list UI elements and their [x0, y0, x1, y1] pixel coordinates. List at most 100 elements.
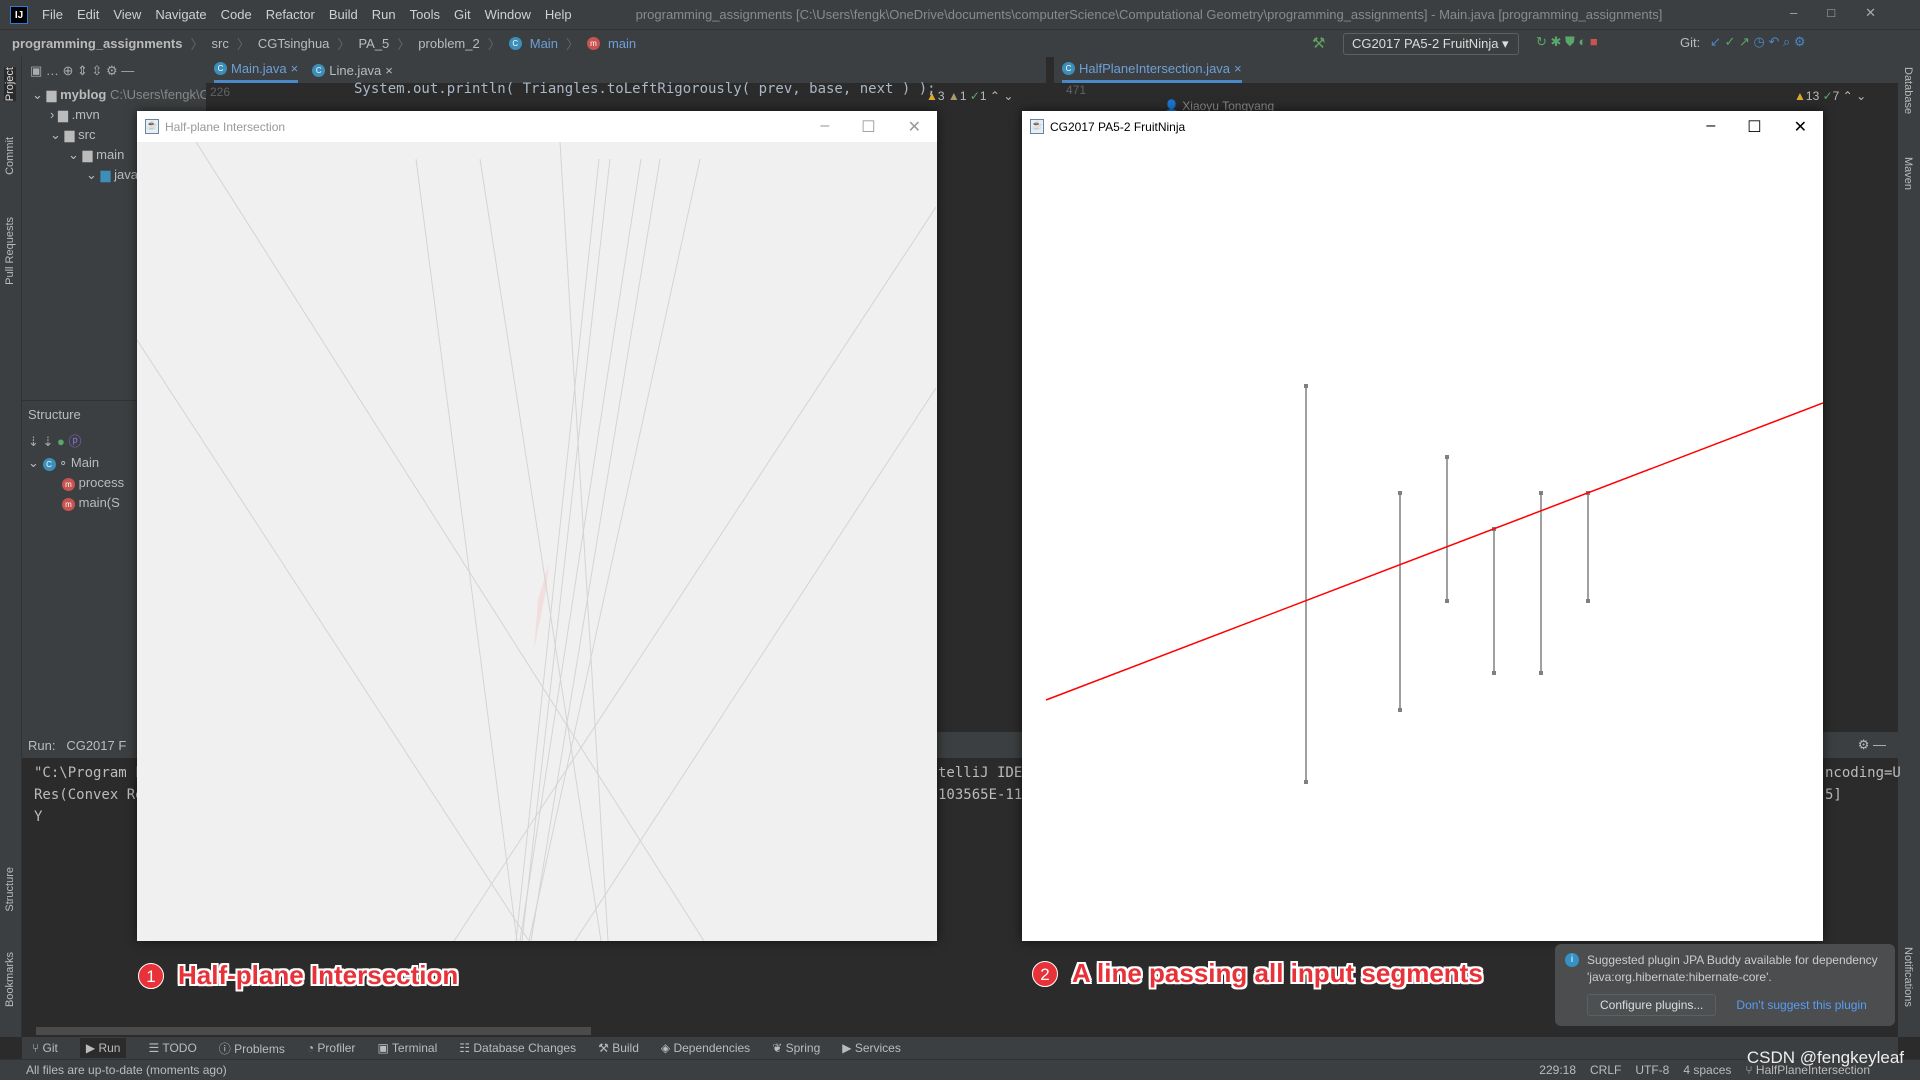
- menu-build[interactable]: Build: [329, 7, 358, 22]
- dont-suggest-link[interactable]: Don't suggest this plugin: [1736, 997, 1866, 1014]
- tool-dependencies[interactable]: ◈ Dependencies: [661, 1041, 750, 1055]
- project-toolbar-icons[interactable]: ▣ … ⊕ ⇕ ⇳ ⚙ —: [30, 63, 134, 79]
- tool-build[interactable]: ⚒ Build: [598, 1041, 639, 1055]
- git-actions-icon[interactable]: ↙ ✓ ↗ ◷ ↶ ⌕ ⚙: [1710, 34, 1806, 50]
- configure-plugins-button[interactable]: Configure plugins...: [1587, 994, 1717, 1016]
- structure-toolbar-icons[interactable]: ⇣ ⇣ ● ⓟ: [28, 431, 82, 450]
- warning-count: 3: [937, 89, 945, 103]
- run-icon[interactable]: ↻ ✱ ⛊ ◐ ■: [1536, 34, 1598, 50]
- tool-maven[interactable]: Maven: [1902, 157, 1914, 190]
- editor-right-tabs: C HalfPlaneIntersection.java ×: [1054, 57, 1898, 83]
- tool-label: Terminal: [391, 1041, 438, 1055]
- menu-edit[interactable]: Edit: [77, 7, 99, 22]
- build-hammer-icon[interactable]: ⚒: [1312, 34, 1325, 52]
- run-settings-icon[interactable]: ⚙ —: [1858, 737, 1886, 753]
- menu-tools[interactable]: Tools: [410, 7, 440, 22]
- console-line: telliJ IDE/: [938, 765, 1031, 781]
- breadcrumb-main-method[interactable]: main: [608, 36, 636, 51]
- file-encoding[interactable]: UTF-8: [1635, 1063, 1669, 1077]
- tool-database[interactable]: Database: [1902, 67, 1914, 114]
- java-icon: ☕: [1030, 119, 1044, 134]
- breadcrumb-cgtsinghua[interactable]: CGTsinghua: [258, 36, 330, 51]
- tab-line-java[interactable]: C Line.java ×: [312, 63, 393, 78]
- tool-commit[interactable]: Commit: [4, 137, 16, 175]
- breadcrumb-pa5[interactable]: PA_5: [358, 36, 389, 51]
- breadcrumb-problem2[interactable]: problem_2: [418, 36, 479, 51]
- minimize-icon[interactable]: –: [820, 117, 829, 137]
- half-plane-boundary-line: [479, 158, 602, 941]
- maximize-icon[interactable]: ☐: [1747, 117, 1761, 137]
- halfplane-window-controls[interactable]: – ☐ ✕: [820, 117, 921, 137]
- run-config-select[interactable]: CG2017 PA5-2 FruitNinja ▾: [1343, 33, 1519, 55]
- breadcrumb-main-class[interactable]: Main: [530, 36, 558, 51]
- menu-run[interactable]: Run: [372, 7, 396, 22]
- menu-code[interactable]: Code: [221, 7, 252, 22]
- tool-structure[interactable]: Structure: [4, 867, 16, 912]
- tool-spring[interactable]: ❦ Spring: [772, 1041, 820, 1055]
- structure-item-main[interactable]: ⌄ C ∘ Main: [28, 455, 99, 471]
- inspection-widget-right[interactable]: ▲13 ✓7 ⌃ ⌄: [1794, 89, 1866, 103]
- caret-position[interactable]: 229:18: [1539, 1063, 1576, 1077]
- half-plane-boundary-line: [453, 206, 937, 941]
- console-output[interactable]: "C:\Program F Res(Convex Re Y: [34, 762, 144, 828]
- left-tool-strip: Project Commit Pull Requests Structure B…: [0, 57, 22, 1037]
- menu-file[interactable]: File: [42, 7, 63, 22]
- line-separator[interactable]: CRLF: [1590, 1063, 1621, 1077]
- breadcrumb-src[interactable]: src: [212, 36, 229, 51]
- segment-endpoint: [1304, 780, 1308, 784]
- window-controls[interactable]: –□✕: [1790, 5, 1906, 21]
- tree-item-java[interactable]: ⌄ ▆ java: [86, 167, 138, 183]
- notification-text: Suggested plugin JPA Buddy available for…: [1587, 953, 1878, 984]
- run-tab[interactable]: CG2017 F: [66, 738, 126, 753]
- tool-terminal[interactable]: ▣ Terminal: [377, 1041, 437, 1055]
- line-number: 471: [1066, 83, 1087, 97]
- info-icon: i: [1565, 953, 1579, 967]
- tool-bookmarks[interactable]: Bookmarks: [4, 952, 16, 1007]
- tab-main-java[interactable]: C Main.java ×: [214, 57, 299, 83]
- menu-view[interactable]: View: [113, 7, 141, 22]
- typo-count: 1: [979, 89, 987, 103]
- tool-problems[interactable]: ⓘ Problems: [219, 1040, 285, 1057]
- intellij-logo-icon: IJ: [10, 5, 28, 24]
- tool-git[interactable]: ⑂ Git: [32, 1041, 58, 1055]
- menu-git[interactable]: Git: [454, 7, 471, 22]
- tree-item-myblog[interactable]: ⌄ ▆ myblog C:\Users\fengk\O: [32, 87, 210, 103]
- breadcrumb-project[interactable]: programming_assignments: [12, 36, 183, 51]
- fruitninja-title-bar[interactable]: ☕ CG2017 PA5-2 FruitNinja – ☐ ✕: [1022, 111, 1823, 142]
- tool-project[interactable]: Project: [4, 67, 16, 102]
- horizontal-scrollbar[interactable]: [36, 1027, 591, 1035]
- fruitninja-window-controls[interactable]: – ☐ ✕: [1706, 117, 1807, 137]
- maximize-icon[interactable]: ☐: [861, 117, 875, 137]
- structure-item-main-method[interactable]: m main(S: [62, 495, 120, 511]
- close-icon[interactable]: ✕: [1794, 117, 1807, 137]
- tool-label: Build: [612, 1041, 639, 1055]
- structure-item-process[interactable]: m process: [62, 475, 124, 491]
- tool-database-changes[interactable]: ☷ Database Changes: [459, 1041, 576, 1055]
- minimize-icon[interactable]: –: [1706, 117, 1715, 137]
- halfplane-window: ☕ Half-plane Intersection – ☐ ✕: [137, 111, 937, 941]
- tree-item-main[interactable]: ⌄ ▆ main: [68, 147, 124, 163]
- tool-label: Spring: [785, 1041, 821, 1055]
- tool-pull-requests[interactable]: Pull Requests: [4, 217, 16, 285]
- inspection-widget[interactable]: ▲3 ▲1 ✓1 ⌃ ⌄: [926, 89, 1013, 103]
- half-plane-boundary-line: [521, 158, 611, 941]
- tree-item-src[interactable]: ⌄ ▆ src: [50, 127, 95, 143]
- menu-refactor[interactable]: Refactor: [266, 7, 315, 22]
- code-line[interactable]: System.out.println( Triangles.toLeftRigo…: [354, 81, 936, 97]
- indent-setting[interactable]: 4 spaces: [1683, 1063, 1731, 1077]
- segment-endpoint: [1586, 599, 1590, 603]
- tool-todo[interactable]: ☰ TODO: [148, 1041, 196, 1055]
- tool-run[interactable]: ▶ Run: [79, 1038, 127, 1058]
- menu-navigate[interactable]: Navigate: [155, 7, 206, 22]
- tool-notifications[interactable]: Notifications: [1902, 947, 1914, 1007]
- editor-left-tabs: C Main.java × C Line.java ×: [206, 57, 1046, 83]
- menu-window[interactable]: Window: [485, 7, 531, 22]
- tool-profiler[interactable]: ◔ Profiler: [307, 1041, 356, 1055]
- halfplane-title-bar[interactable]: ☕ Half-plane Intersection – ☐ ✕: [137, 111, 937, 142]
- tool-services[interactable]: ▶ Services: [842, 1041, 901, 1055]
- close-icon[interactable]: ✕: [908, 117, 921, 137]
- tab-halfplaneintersection-java[interactable]: C HalfPlaneIntersection.java ×: [1062, 57, 1242, 83]
- annotation-text: A line passing all input segments: [1072, 958, 1483, 988]
- tree-item-mvn[interactable]: › ▆ .mvn: [50, 107, 100, 123]
- menu-help[interactable]: Help: [545, 7, 572, 22]
